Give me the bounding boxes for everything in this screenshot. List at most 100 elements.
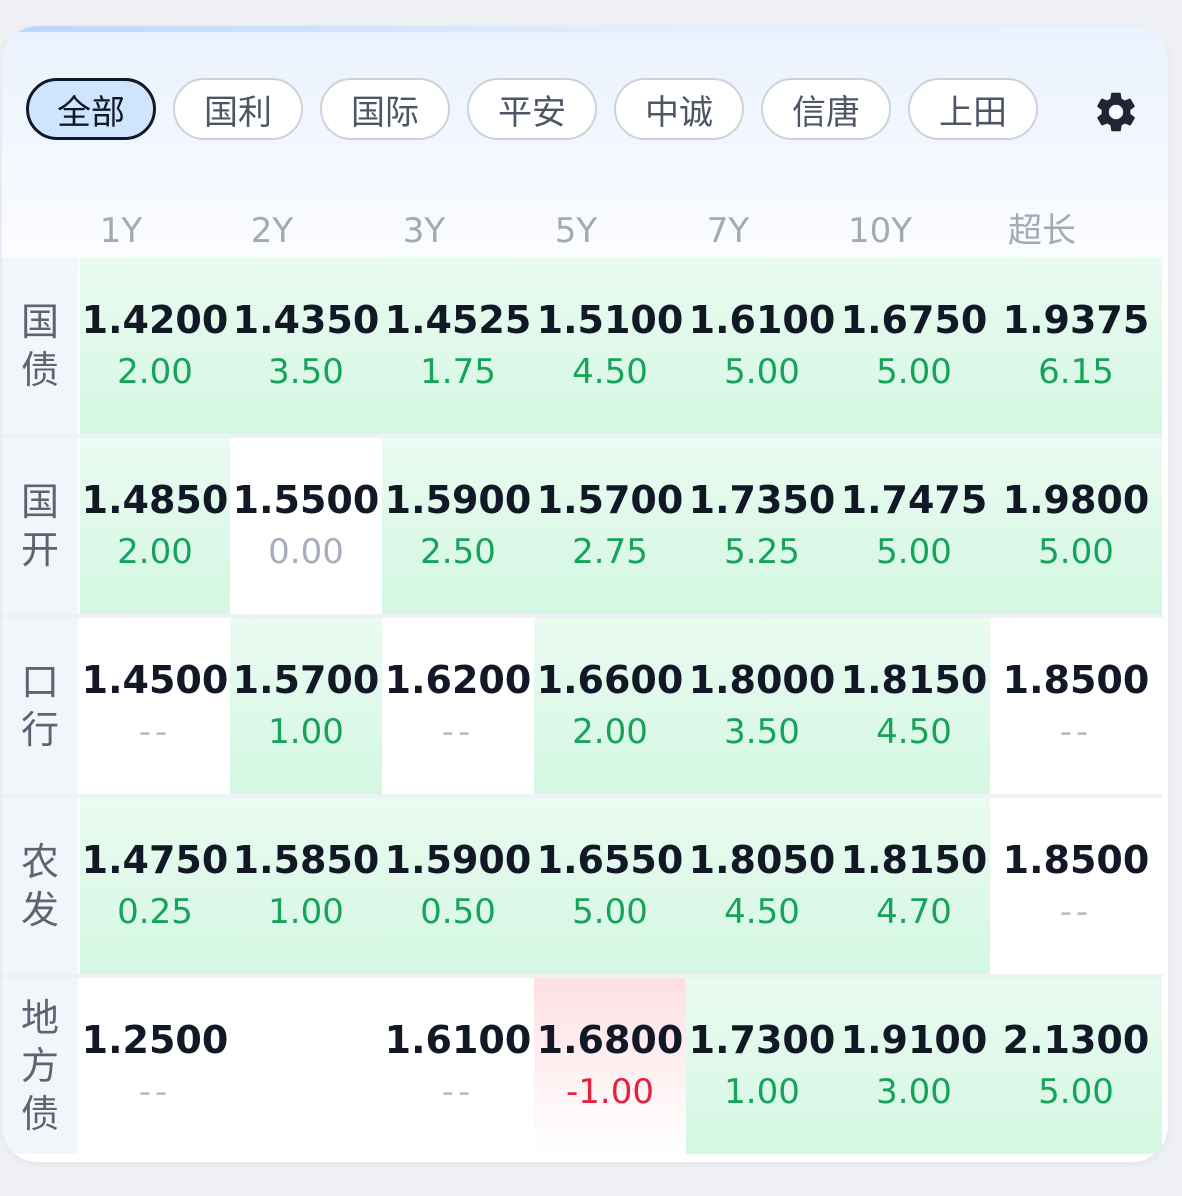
yield-value: 1.8500 [1002,658,1150,702]
yield-value: 1.4200 [81,298,229,342]
quote-cell[interactable]: 1.6550 5.00 [534,798,686,974]
change-value: 4.50 [724,892,800,932]
quote-cell[interactable]: 1.7475 5.00 [838,438,990,614]
yield-value: 1.4525 [384,298,532,342]
row-label-text: 国 债 [20,300,59,392]
quote-cell[interactable]: 1.6750 5.00 [838,258,990,434]
change-value: 1.00 [268,712,344,752]
quote-cell[interactable]: 1.6800 -1.00 [534,978,686,1154]
quote-cell[interactable]: 1.7300 1.00 [686,978,838,1154]
broker-tabs: 全部 国利 国际 平安 中诚 信唐 上田 [2,26,1168,206]
quote-cell[interactable]: 1.4200 2.00 [80,258,230,434]
yield-value: 1.5700 [232,658,380,702]
change-value: 4.50 [876,712,952,752]
yield-value: 1.4350 [232,298,380,342]
change-value: 5.25 [724,532,800,572]
quote-cell[interactable]: 1.5100 4.50 [534,258,686,434]
yield-value: 1.6750 [840,298,988,342]
quote-cell[interactable]: 1.4525 1.75 [382,258,534,434]
gear-icon[interactable] [1092,88,1140,136]
column-header[interactable]: 7Y [658,206,798,256]
quote-cell[interactable]: 1.9800 5.00 [990,438,1162,614]
quote-cell[interactable]: 1.5700 2.75 [534,438,686,614]
change-value: 6.15 [1038,352,1114,392]
quote-cell[interactable]: 1.5850 1.00 [230,798,382,974]
column-header[interactable]: 1Y [51,206,191,256]
row-label: 地 方 债 [2,978,78,1154]
change-value: 5.00 [876,532,952,572]
quote-cell[interactable]: 2.1300 5.00 [990,978,1162,1154]
change-value: 4.70 [876,892,952,932]
row-label-text: 口 行 [20,660,59,752]
row-label-text: 农 发 [20,840,59,932]
quote-cell[interactable]: 1.7350 5.25 [686,438,838,614]
yield-value: 1.6100 [688,298,836,342]
yield-value: 1.6200 [384,658,532,702]
column-header[interactable]: 2Y [202,206,342,256]
yield-value: 1.5850 [232,838,380,882]
quote-cell[interactable]: 1.8150 4.50 [838,618,990,794]
quote-cell[interactable]: 1.4750 0.25 [80,798,230,974]
tab-2[interactable]: 国际 [320,78,450,140]
quote-cell[interactable]: 1.8050 4.50 [686,798,838,974]
tab-0[interactable]: 全部 [26,78,156,140]
row-label: 口 行 [2,618,78,794]
change-value: 0.00 [268,532,344,572]
change-value: 5.00 [1038,532,1114,572]
yield-value: 1.5900 [384,478,532,522]
yield-value: 1.8050 [688,838,836,882]
tab-4[interactable]: 中诚 [614,78,744,140]
quote-cell[interactable]: 1.6200 -- [382,618,534,794]
quote-cell[interactable]: 1.4500 -- [80,618,230,794]
change-value: 0.50 [420,892,496,932]
row-label: 农 发 [2,798,78,974]
change-value: 2.50 [420,532,496,572]
quote-cell[interactable] [230,978,382,1154]
quote-cell[interactable]: 1.4850 2.00 [80,438,230,614]
quote-cell[interactable]: 1.8500 -- [990,618,1162,794]
change-value: -- [441,712,475,752]
quote-cell[interactable]: 1.6600 2.00 [534,618,686,794]
quote-cell[interactable]: 1.5900 2.50 [382,438,534,614]
tab-6[interactable]: 上田 [908,78,1038,140]
change-value: 5.00 [1038,1072,1114,1112]
quote-cell[interactable]: 1.5900 0.50 [382,798,534,974]
change-value: -- [138,712,172,752]
column-header[interactable]: 超长 [972,206,1112,256]
change-value: 0.25 [117,892,193,932]
quote-cell[interactable]: 1.4350 3.50 [230,258,382,434]
yield-value: 1.7300 [688,1018,836,1062]
quote-cell[interactable]: 1.8000 3.50 [686,618,838,794]
quote-cell[interactable]: 1.6100 -- [382,978,534,1154]
quote-cell[interactable]: 1.9100 3.00 [838,978,990,1154]
column-header[interactable]: 10Y [810,206,950,256]
yield-value: 1.9100 [840,1018,988,1062]
tab-1[interactable]: 国利 [173,78,303,140]
yield-value: 1.9375 [1002,298,1150,342]
quote-cell[interactable]: 1.2500 -- [80,978,230,1154]
change-value: -- [138,1072,172,1112]
column-header[interactable]: 5Y [506,206,646,256]
yield-value: 1.6100 [384,1018,532,1062]
yield-value: 1.4850 [81,478,229,522]
tab-5[interactable]: 信唐 [761,78,891,140]
yield-value: 2.1300 [1002,1018,1150,1062]
row-label: 国 开 [2,438,78,614]
change-value: -- [441,1072,475,1112]
quote-cell[interactable]: 1.9375 6.15 [990,258,1162,434]
quote-cell[interactable]: 1.5500 0.00 [230,438,382,614]
change-value: -- [1059,892,1093,932]
change-value: 3.00 [876,1072,952,1112]
quote-cell[interactable]: 1.6100 5.00 [686,258,838,434]
quote-cell[interactable]: 1.5700 1.00 [230,618,382,794]
quote-cell[interactable]: 1.8500 -- [990,798,1162,974]
quote-cell[interactable]: 1.8150 4.70 [838,798,990,974]
change-value: 3.50 [268,352,344,392]
tab-3[interactable]: 平安 [467,78,597,140]
yield-value: 1.5500 [232,478,380,522]
change-value: 5.00 [876,352,952,392]
yield-value: 1.5900 [384,838,532,882]
yield-value: 1.8150 [840,838,988,882]
change-value: 5.00 [724,352,800,392]
column-header[interactable]: 3Y [354,206,494,256]
